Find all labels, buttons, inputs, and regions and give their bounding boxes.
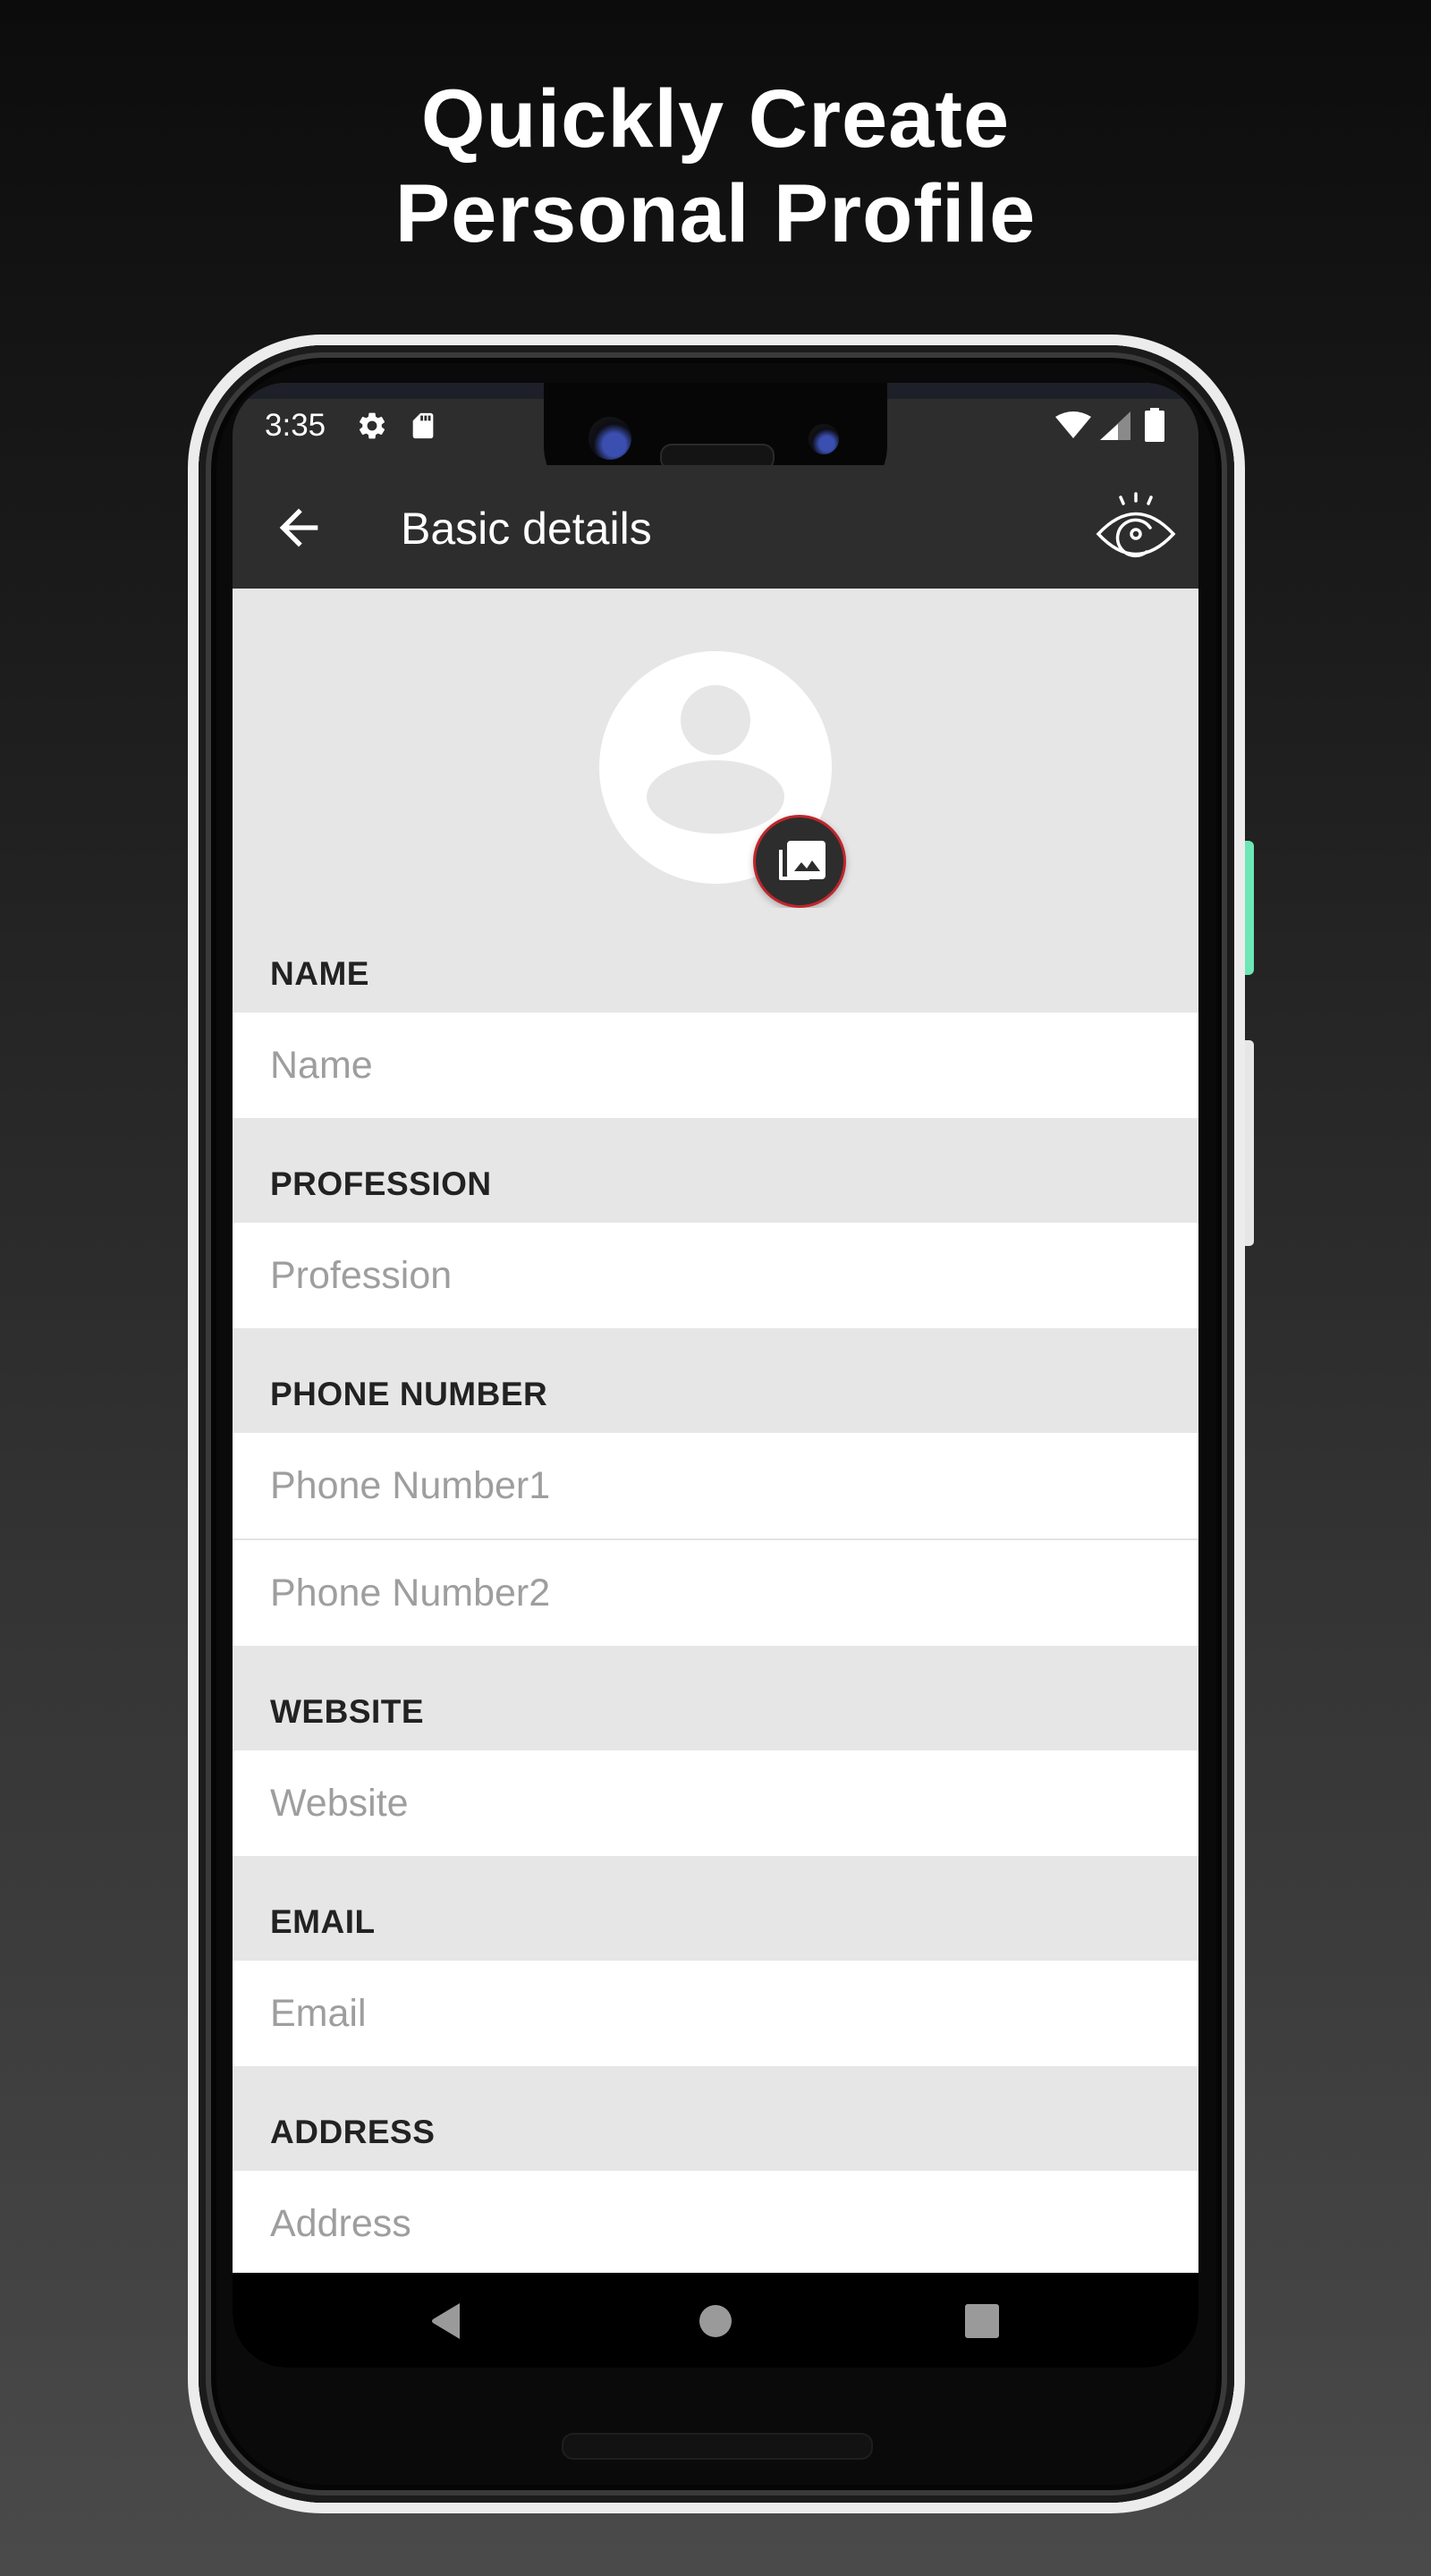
- section-label-band: NAME: [233, 908, 1198, 1013]
- preview-button[interactable]: [1091, 485, 1181, 574]
- phone-number-2-input[interactable]: [233, 1540, 1198, 1646]
- input-row: [233, 1961, 1198, 2066]
- settings-icon: [356, 410, 388, 446]
- website-input[interactable]: [233, 1750, 1198, 1856]
- nav-back-button[interactable]: [426, 2298, 472, 2344]
- nav-recents-button[interactable]: [959, 2298, 1005, 2344]
- section-website: WEBSITE: [233, 1646, 1198, 1856]
- section-label: EMAIL: [270, 1903, 376, 1940]
- section-label: WEBSITE: [270, 1693, 425, 1730]
- phone-screen: 3:35 Basic details NAME Name PROFESSION …: [233, 383, 1198, 2368]
- front-camera: [588, 417, 631, 460]
- sd-card-icon: [408, 410, 438, 446]
- wifi-icon: [1055, 411, 1091, 445]
- section-label-band: EMAIL: [233, 1856, 1198, 1961]
- phone-number-1-input[interactable]: [233, 1433, 1198, 1538]
- section-profession: PROFESSION: [233, 1118, 1198, 1328]
- section-label-band: PROFESSION: [233, 1118, 1198, 1223]
- status-bar: 3:35: [233, 383, 1198, 508]
- input-row: [233, 1750, 1198, 1856]
- email-input[interactable]: [233, 1961, 1198, 2066]
- screen-title: Basic details: [401, 504, 652, 554]
- volume-button: [1245, 1040, 1254, 1246]
- battery-icon: [1145, 408, 1164, 446]
- section-name: NAME: [233, 908, 1198, 1118]
- promo-headline: Quickly Create Personal Profile: [0, 72, 1431, 261]
- promo-title-line1: Quickly Create: [420, 73, 1011, 165]
- section-label: PROFESSION: [270, 1165, 492, 1202]
- address-input[interactable]: [233, 2171, 1198, 2276]
- section-label-band: WEBSITE: [233, 1646, 1198, 1750]
- section-label: NAME: [270, 955, 369, 992]
- input-row: [233, 1433, 1198, 1538]
- section-label: ADDRESS: [270, 2114, 436, 2150]
- name-input[interactable]: [233, 1013, 1198, 1118]
- recents-square-icon: [965, 2304, 999, 2338]
- basic-details-form: NAME PROFESSION PHONE NUMBER WEBSITE EMA…: [233, 589, 1198, 2276]
- section-address: ADDRESS: [233, 2066, 1198, 2276]
- system-nav-bar: [233, 2273, 1198, 2368]
- bottom-speaker: [562, 2433, 873, 2460]
- cell-signal-icon: [1100, 411, 1130, 445]
- status-time: 3:35: [265, 408, 326, 443]
- arrow-left-icon: [279, 508, 318, 547]
- front-sensor: [809, 424, 839, 454]
- section-phone-number: PHONE NUMBER: [233, 1328, 1198, 1646]
- section-email: EMAIL: [233, 1856, 1198, 2066]
- power-button: [1245, 841, 1254, 975]
- input-row: [233, 1540, 1198, 1646]
- section-label-band: ADDRESS: [233, 2066, 1198, 2171]
- profession-input[interactable]: [233, 1223, 1198, 1328]
- photo-library-icon: [779, 841, 826, 880]
- avatar-section: [233, 589, 1198, 908]
- back-triangle-icon: [432, 2303, 460, 2339]
- section-label-band: PHONE NUMBER: [233, 1328, 1198, 1433]
- input-row: [233, 1223, 1198, 1328]
- eye-icon: [1096, 492, 1176, 558]
- input-row: [233, 2171, 1198, 2276]
- input-row: [233, 1013, 1198, 1118]
- nav-home-button[interactable]: [692, 2298, 739, 2344]
- section-label: PHONE NUMBER: [270, 1376, 548, 1412]
- home-circle-icon: [699, 2305, 732, 2337]
- app-bar: Basic details: [233, 465, 1198, 589]
- promo-title-line2: Personal Profile: [394, 168, 1037, 259]
- back-button[interactable]: [270, 499, 327, 556]
- choose-photo-button[interactable]: [753, 815, 846, 908]
